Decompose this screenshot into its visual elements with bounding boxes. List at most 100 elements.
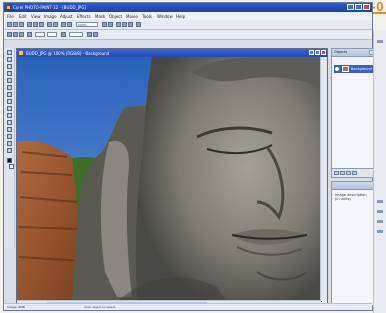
docker-tab[interactable] <box>377 230 383 233</box>
status-bar: Image: 8MB Click object to select <box>4 303 372 310</box>
eyedropper-tool-icon[interactable] <box>7 85 12 90</box>
import-icon[interactable] <box>61 22 66 27</box>
background-color-swatch[interactable] <box>9 164 14 169</box>
layer-thumbnail <box>342 66 349 72</box>
zoom-in-icon[interactable] <box>102 22 107 27</box>
info-panel-text: Image description (in units) <box>335 193 367 201</box>
docker-tab[interactable] <box>377 220 383 223</box>
shape-tool-icon[interactable] <box>7 141 12 146</box>
layer-row[interactable]: Background <box>334 65 373 73</box>
lock-object-icon[interactable] <box>346 171 351 175</box>
menu-view[interactable]: View <box>31 14 41 19</box>
info-panel-header <box>332 182 375 190</box>
standard-toolbar: 100% <box>4 20 372 30</box>
doc-minimize-button[interactable] <box>309 50 314 55</box>
menu-help[interactable]: Help <box>176 14 185 19</box>
close-button[interactable] <box>363 4 370 10</box>
launcher-icon[interactable] <box>136 22 141 27</box>
document-title-bar[interactable]: BUDD_JPG @ 100% (RGB/8) - Background <box>17 49 327 57</box>
distribute-icon[interactable] <box>93 32 98 37</box>
delete-object-icon[interactable] <box>352 171 357 175</box>
objects-panel: Objects Background <box>331 48 376 178</box>
new-object-icon[interactable] <box>334 171 339 175</box>
object-icon[interactable] <box>122 22 127 27</box>
docker-tab[interactable] <box>377 210 383 213</box>
width-field[interactable] <box>69 32 83 37</box>
combine-icon[interactable] <box>340 171 345 175</box>
menu-adjust[interactable]: Adjust <box>60 14 73 19</box>
menu-edit[interactable]: Edit <box>19 14 27 19</box>
doc-maximize-button[interactable] <box>315 50 320 55</box>
document-icon <box>19 51 23 55</box>
crop-tool-icon[interactable] <box>7 71 12 76</box>
app-window: Corel PHOTO-PAINT 12 - [BUDD_JPG] File E… <box>3 2 376 311</box>
right-docker-strip <box>373 30 386 313</box>
status-middle: Click object to select <box>84 305 116 309</box>
zoom-out-icon[interactable] <box>108 22 113 27</box>
document-window: BUDD_JPG @ 100% (RGB/8) - Background <box>16 48 328 308</box>
effect-tool-icon[interactable] <box>7 127 12 132</box>
zoom-tool-icon[interactable] <box>7 78 12 83</box>
docker-tab[interactable] <box>377 40 383 43</box>
redeye-tool-icon[interactable] <box>7 99 12 104</box>
eraser-tool-icon[interactable] <box>7 92 12 97</box>
menu-movie[interactable]: Movie <box>126 14 138 19</box>
maximize-button[interactable] <box>355 4 362 10</box>
mask-tool-icon[interactable] <box>7 57 12 62</box>
rotate-mode-icon[interactable] <box>13 32 18 37</box>
objects-panel-title: Objects <box>334 50 348 54</box>
status-left: Image: 8MB <box>7 305 25 309</box>
open-icon[interactable] <box>13 22 18 27</box>
menu-tools[interactable]: Tools <box>142 14 152 19</box>
menu-object[interactable]: Object <box>109 14 122 19</box>
eye-icon[interactable] <box>335 67 339 71</box>
vertical-scrollbar[interactable] <box>320 57 327 301</box>
menu-mask[interactable]: Mask <box>95 14 105 19</box>
toolbox <box>5 48 15 248</box>
lens-icon[interactable] <box>128 22 133 27</box>
align-icon[interactable] <box>87 32 92 37</box>
redo-icon[interactable] <box>53 22 58 27</box>
image-canvas[interactable] <box>17 57 322 302</box>
property-bar <box>4 30 372 40</box>
foreground-color-swatch[interactable] <box>7 158 12 163</box>
zoom-select[interactable]: 100% <box>76 22 98 27</box>
layer-name: Background <box>351 67 372 71</box>
menu-effects[interactable]: Effects <box>77 14 91 19</box>
skew-mode-icon[interactable] <box>27 32 32 37</box>
scale-mode-icon[interactable] <box>19 32 24 37</box>
buddha-photo <box>17 57 322 302</box>
pick-mode-icon[interactable] <box>7 32 12 37</box>
new-icon[interactable] <box>7 22 12 27</box>
copy-icon[interactable] <box>33 22 38 27</box>
paste-icon[interactable] <box>39 22 44 27</box>
info-panel: Image description (in units) <box>331 181 376 306</box>
menu-file[interactable]: File <box>7 14 14 19</box>
x-field[interactable] <box>35 32 45 37</box>
save-icon[interactable] <box>19 22 24 27</box>
text-tool-icon[interactable] <box>7 148 12 153</box>
menu-image[interactable]: Image <box>44 14 57 19</box>
objects-panel-header: Objects <box>332 49 375 57</box>
menu-window[interactable]: Window <box>157 14 173 19</box>
window-title: Corel PHOTO-PAINT 12 - [BUDD_JPG] <box>13 5 86 10</box>
mask-icon[interactable] <box>116 22 121 27</box>
app-icon <box>6 5 11 10</box>
doc-close-button[interactable] <box>321 50 326 55</box>
lock-icon[interactable] <box>61 32 66 37</box>
paint-tool-icon[interactable] <box>7 120 12 125</box>
lasso-tool-icon[interactable] <box>7 64 12 69</box>
docker-tab[interactable] <box>377 200 383 203</box>
undo-icon[interactable] <box>47 22 52 27</box>
document-title: BUDD_JPG @ 100% (RGB/8) - Background <box>26 51 110 56</box>
clone-tool-icon[interactable] <box>7 106 12 111</box>
minimize-button[interactable] <box>347 4 354 10</box>
fill-tool-icon[interactable] <box>7 134 12 139</box>
title-bar[interactable]: Corel PHOTO-PAINT 12 - [BUDD_JPG] <box>4 3 372 12</box>
export-icon[interactable] <box>67 22 72 27</box>
pick-tool-icon[interactable] <box>7 50 12 55</box>
objects-panel-footer <box>332 168 375 177</box>
touchup-tool-icon[interactable] <box>7 113 12 118</box>
y-field[interactable] <box>47 32 57 37</box>
cut-icon[interactable] <box>27 22 32 27</box>
